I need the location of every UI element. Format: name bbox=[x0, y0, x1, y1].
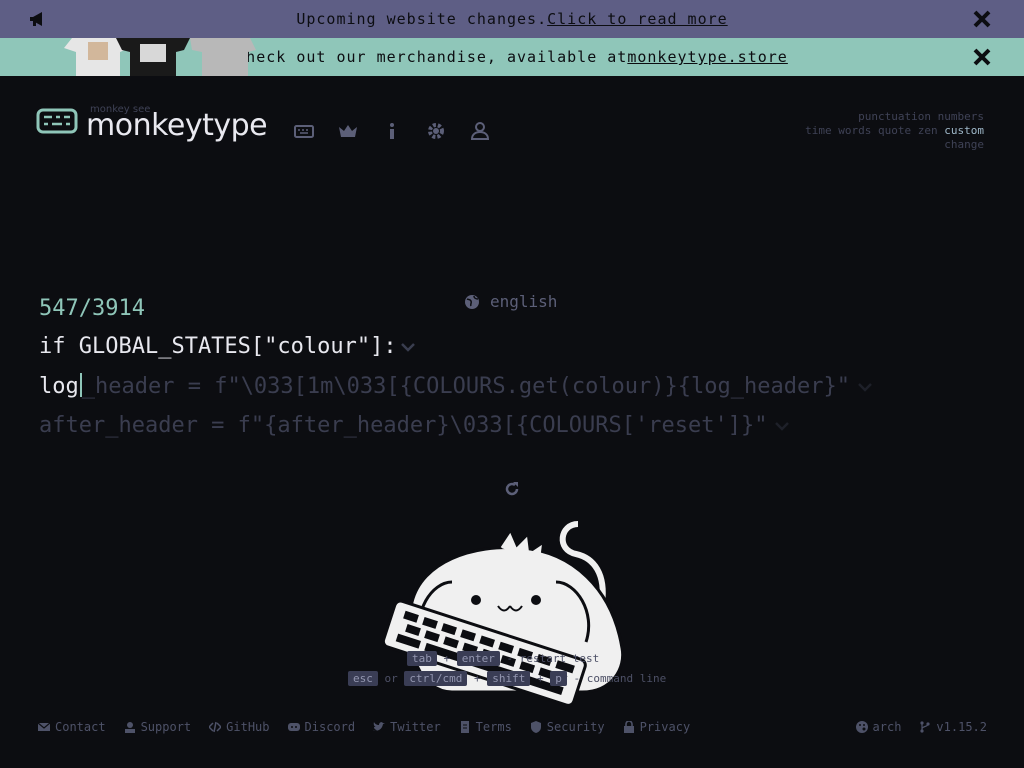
logo-icon[interactable] bbox=[36, 104, 78, 134]
typed-line: if GLOBAL_STATES["colour"]: bbox=[39, 334, 397, 359]
merch-image bbox=[44, 38, 268, 76]
keyboard-icon[interactable] bbox=[293, 120, 315, 142]
close-icon[interactable] bbox=[972, 47, 992, 67]
merch-link[interactable]: monkeytype.store bbox=[627, 48, 788, 66]
footer-support[interactable]: Support bbox=[124, 720, 192, 734]
info-icon[interactable] bbox=[381, 120, 403, 142]
hint-restart-label: restart test bbox=[519, 652, 600, 665]
announcement-banner: Upcoming website changes. Click to read … bbox=[0, 0, 1024, 38]
config-numbers[interactable]: numbers bbox=[938, 110, 984, 123]
key-p: p bbox=[550, 671, 567, 686]
mode-zen[interactable]: zen bbox=[918, 124, 938, 137]
megaphone-icon bbox=[30, 12, 42, 26]
footer-terms[interactable]: Terms bbox=[459, 720, 512, 734]
hint-dash: - bbox=[573, 672, 581, 685]
mode-words[interactable]: words bbox=[838, 124, 871, 137]
words-line-1: if GLOBAL_STATES["colour"]: bbox=[39, 334, 417, 359]
language-label: english bbox=[490, 292, 558, 311]
monkey-mascot-image bbox=[381, 521, 625, 707]
theme-label: arch bbox=[872, 720, 902, 734]
untyped-text: _header = f"\033[1m\033[{COLOURS.get(col… bbox=[81, 374, 850, 399]
hint-plus: + bbox=[536, 672, 544, 685]
merch-text: Check out our merchandise, available at bbox=[236, 48, 628, 66]
footer-terms-label: Terms bbox=[475, 720, 512, 734]
footer-links: Contact Support GitHub Discord Twitter T… bbox=[38, 720, 690, 734]
footer-support-label: Support bbox=[140, 720, 192, 734]
mode-quote[interactable]: quote bbox=[878, 124, 911, 137]
hint-plus: + bbox=[473, 672, 481, 685]
hint-plus: + bbox=[443, 652, 451, 665]
lock-icon bbox=[623, 721, 634, 733]
word-counter: 547/3914 bbox=[39, 296, 145, 321]
hint-dash: - bbox=[506, 652, 514, 665]
announcement-text: Upcoming website changes. bbox=[296, 10, 548, 28]
footer-contact[interactable]: Contact bbox=[38, 720, 106, 734]
footer-discord[interactable]: Discord bbox=[287, 720, 356, 734]
shield-icon bbox=[530, 721, 541, 733]
globe-icon bbox=[465, 294, 479, 309]
words-line-2: log _header = f"\033[1m\033[{COLOURS.get(… bbox=[39, 373, 874, 399]
hint-command-line-label: command line bbox=[586, 672, 667, 685]
logo-title[interactable]: monkeytype bbox=[86, 108, 268, 143]
hint-or: or bbox=[384, 672, 398, 685]
discord-icon bbox=[287, 723, 300, 731]
words-line-3: after_header = f"{after_header}\033[{COL… bbox=[39, 413, 791, 438]
restart-icon[interactable] bbox=[502, 479, 522, 499]
key-ctrl-cmd: ctrl/cmd bbox=[404, 671, 468, 686]
announcement-link[interactable]: Click to read more bbox=[547, 10, 728, 28]
footer-github[interactable]: GitHub bbox=[209, 720, 270, 734]
newline-chevron-icon bbox=[775, 422, 790, 431]
footer-security-label: Security bbox=[546, 720, 605, 734]
hint-restart: tab + enter - restart test bbox=[407, 651, 600, 666]
footer-twitter-label: Twitter bbox=[390, 720, 441, 734]
version-button[interactable]: v1.15.2 bbox=[919, 720, 987, 734]
code-branch-icon bbox=[920, 721, 931, 733]
document-icon bbox=[460, 721, 469, 733]
merch-banner: Check out our merchandise, available at … bbox=[0, 38, 1024, 76]
key-enter: enter bbox=[456, 651, 500, 666]
mode-time[interactable]: time bbox=[805, 124, 832, 137]
footer-security[interactable]: Security bbox=[530, 720, 605, 734]
key-tab: tab bbox=[407, 651, 437, 666]
gear-icon[interactable] bbox=[425, 120, 447, 142]
crown-icon[interactable] bbox=[337, 120, 359, 142]
hint-command-line: esc or ctrl/cmd + shift + p - command li… bbox=[348, 671, 667, 686]
palette-icon bbox=[855, 721, 868, 733]
footer-contact-label: Contact bbox=[55, 720, 106, 734]
newline-chevron-icon bbox=[400, 343, 415, 352]
key-shift: shift bbox=[487, 671, 531, 686]
theme-button[interactable]: arch bbox=[855, 720, 902, 734]
footer-discord-label: Discord bbox=[304, 720, 356, 734]
newline-chevron-icon bbox=[858, 383, 872, 392]
key-esc: esc bbox=[348, 671, 378, 686]
untyped-line: after_header = f"{after_header}\033[{COL… bbox=[39, 413, 768, 438]
typed-word: log bbox=[39, 374, 79, 399]
envelope-icon bbox=[38, 722, 50, 731]
donate-icon bbox=[124, 722, 135, 733]
config-change[interactable]: change bbox=[944, 138, 984, 151]
code-icon bbox=[209, 721, 222, 733]
footer-github-label: GitHub bbox=[226, 720, 270, 734]
footer-right: arch v1.15.2 bbox=[855, 720, 987, 734]
footer-privacy[interactable]: Privacy bbox=[623, 720, 691, 734]
footer-twitter[interactable]: Twitter bbox=[373, 720, 441, 734]
footer-privacy-label: Privacy bbox=[639, 720, 691, 734]
test-config: punctuation numbers time words quote zen… bbox=[805, 110, 984, 152]
twitter-icon bbox=[373, 722, 386, 731]
mode-custom[interactable]: custom bbox=[944, 124, 984, 137]
version-label: v1.15.2 bbox=[936, 720, 987, 734]
config-punctuation[interactable]: punctuation bbox=[858, 110, 931, 123]
user-icon[interactable] bbox=[469, 120, 491, 142]
language-selector[interactable]: english bbox=[464, 292, 557, 311]
close-icon[interactable] bbox=[972, 9, 992, 29]
